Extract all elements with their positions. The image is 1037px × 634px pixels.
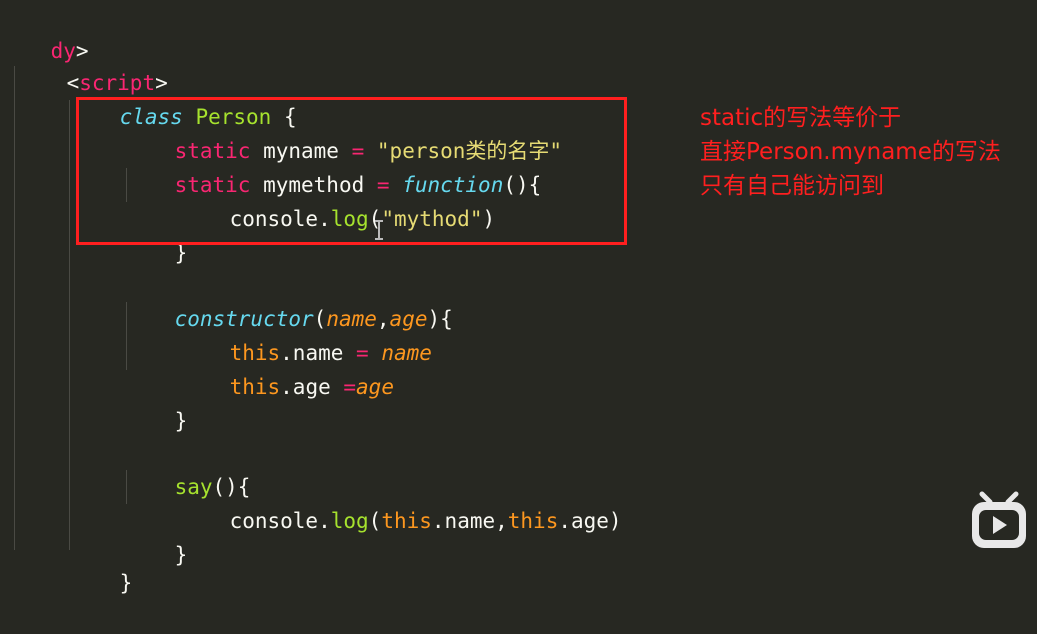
code-line-11: }	[124, 370, 188, 433]
code-token: (	[368, 509, 382, 533]
annotation-line-2: 直接Person.myname的写法	[700, 139, 1001, 165]
code-token: console.	[229, 509, 331, 533]
code-token: this	[229, 375, 281, 399]
code-token: this	[381, 509, 432, 533]
code-line-15: }	[69, 532, 133, 595]
code-token: =	[343, 375, 357, 399]
code-line-12: say(){	[124, 436, 251, 499]
code-line-3: class Person {	[69, 66, 297, 129]
code-token: .name,	[431, 509, 508, 533]
code-token: .age)	[558, 509, 622, 533]
code-line-1: dy>	[0, 0, 89, 63]
code-line-14: }	[124, 504, 188, 567]
code-line-13: console.log(this.name,this.age)	[179, 470, 622, 533]
highlight-box	[76, 97, 627, 245]
bilibili-logo-icon	[972, 491, 1026, 548]
annotation-line-3: 只有自己能访问到	[700, 173, 884, 199]
text-cursor-icon	[375, 220, 383, 240]
code-line-8: constructor(name,age){	[124, 268, 453, 331]
code-token: }	[119, 571, 133, 595]
code-line-2: <script>	[16, 32, 168, 95]
code-token: log	[330, 509, 369, 533]
code-token: age	[356, 375, 394, 399]
code-token: .age	[280, 375, 344, 399]
code-line-9: this.name = name	[179, 302, 432, 365]
indent-guide-script	[14, 66, 15, 550]
code-token: }	[174, 543, 188, 567]
annotation-line-1: static的写法等价于	[700, 105, 902, 131]
code-line-10: this.age =age	[179, 336, 394, 399]
code-token: }	[174, 409, 188, 433]
code-token: this	[507, 509, 559, 533]
